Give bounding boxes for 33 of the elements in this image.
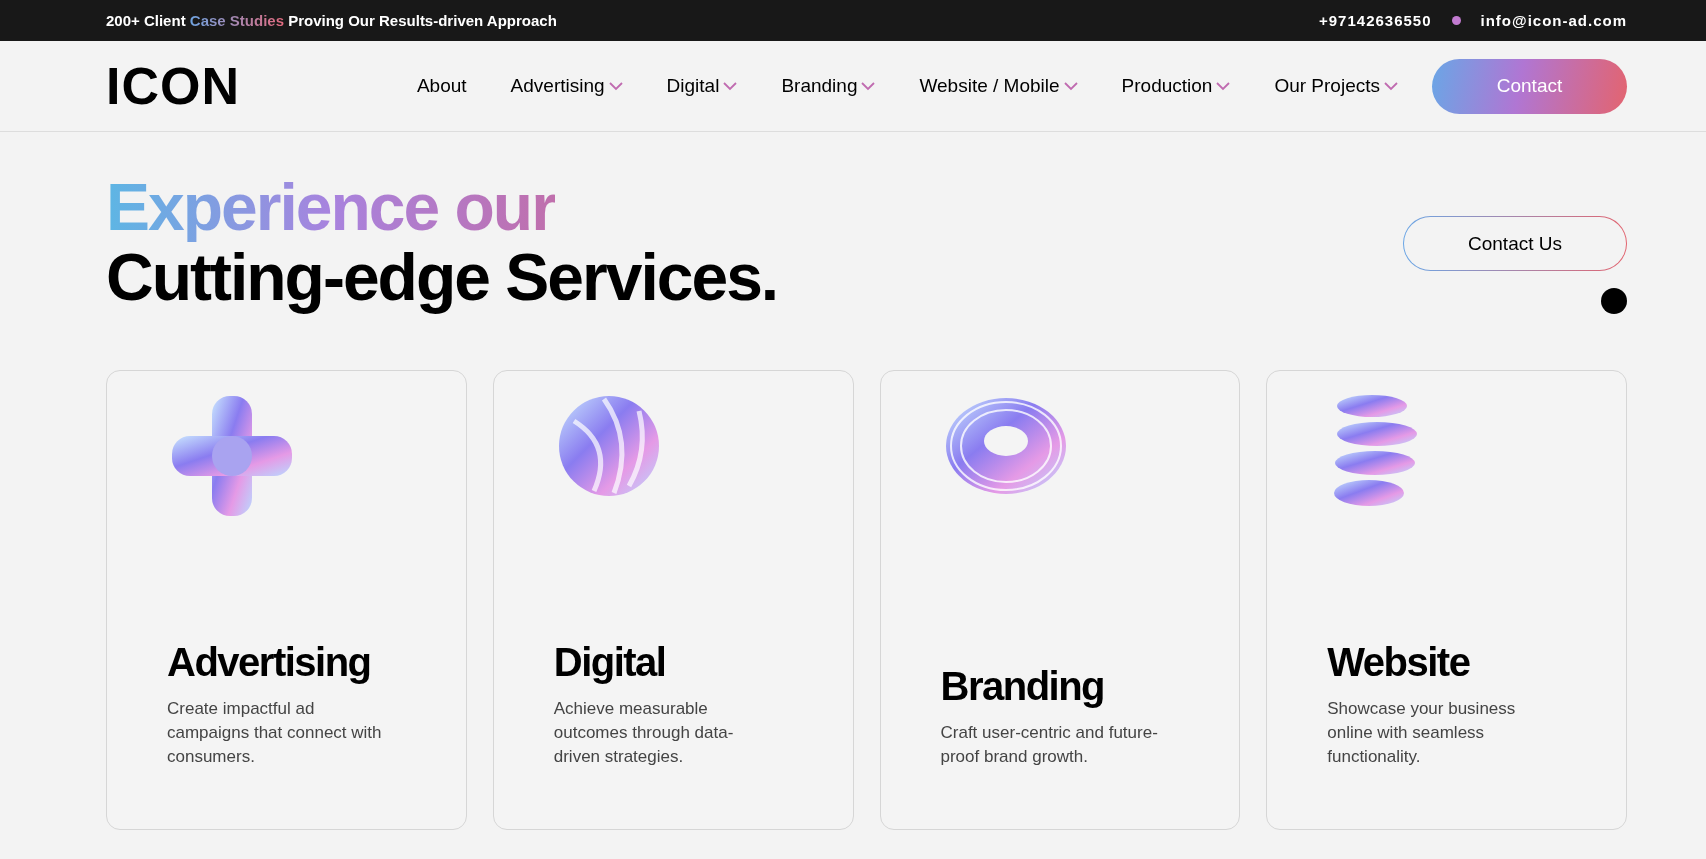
service-title: Website: [1327, 640, 1471, 685]
phone-link[interactable]: +97142636550: [1319, 12, 1432, 29]
service-card[interactable]: Digital Achieve measurable outcomes through data-driven strategies.: [492, 370, 854, 830]
hero-title: Cutting-edge Services.: [106, 242, 778, 312]
service-description: Showcase your business online with seamless functionality.: [1327, 698, 1517, 768]
chevron-down-icon: [1216, 81, 1231, 91]
chevron-down-icon: [723, 81, 738, 91]
chevron-down-icon: [1063, 81, 1078, 91]
nav-link[interactable]: Advertising: [510, 75, 623, 97]
cursor-dot-icon: [1601, 288, 1627, 314]
chevron-down-icon: [1384, 81, 1398, 91]
service-description: Craft user-centric and future-proof brand growth.: [940, 722, 1159, 768]
logo[interactable]: ICON: [106, 56, 240, 116]
nav-link[interactable]: Digital: [666, 75, 738, 97]
chevron-down-icon: [608, 81, 623, 91]
service-title: Digital: [553, 640, 667, 685]
email-link[interactable]: info@icon-ad.com: [1480, 12, 1627, 29]
nav-link[interactable]: Production: [1121, 75, 1231, 97]
nav-link[interactable]: Our Projects: [1274, 75, 1398, 97]
service-description: Create impactful ad campaigns that connect with consumers.: [167, 698, 383, 768]
nav-link[interactable]: About: [416, 75, 467, 97]
service-card[interactable]: Advertising Create impactful ad campaigns that connect with consumers.: [106, 370, 467, 830]
chevron-down-icon: [861, 81, 876, 91]
service-description: Achieve measurable outcomes through data-driven strategies.: [553, 698, 735, 768]
service-title: Advertising: [167, 640, 372, 685]
service-card[interactable]: Website Showcase your business online with seamless functionality.: [1266, 370, 1627, 830]
service-title: Branding: [940, 664, 1106, 709]
nav-link[interactable]: Branding: [781, 75, 876, 97]
contact-us-button[interactable]: Contact Us: [1403, 216, 1627, 271]
separator-dot-icon: [1451, 16, 1461, 25]
service-card[interactable]: Branding Craft user-centric and future-proof brand growth.: [879, 370, 1241, 830]
nav-link[interactable]: Website / Mobile: [919, 75, 1078, 97]
promo-text: 200+ Client Case Studies Proving Our Results-driven Approach: [106, 12, 557, 29]
